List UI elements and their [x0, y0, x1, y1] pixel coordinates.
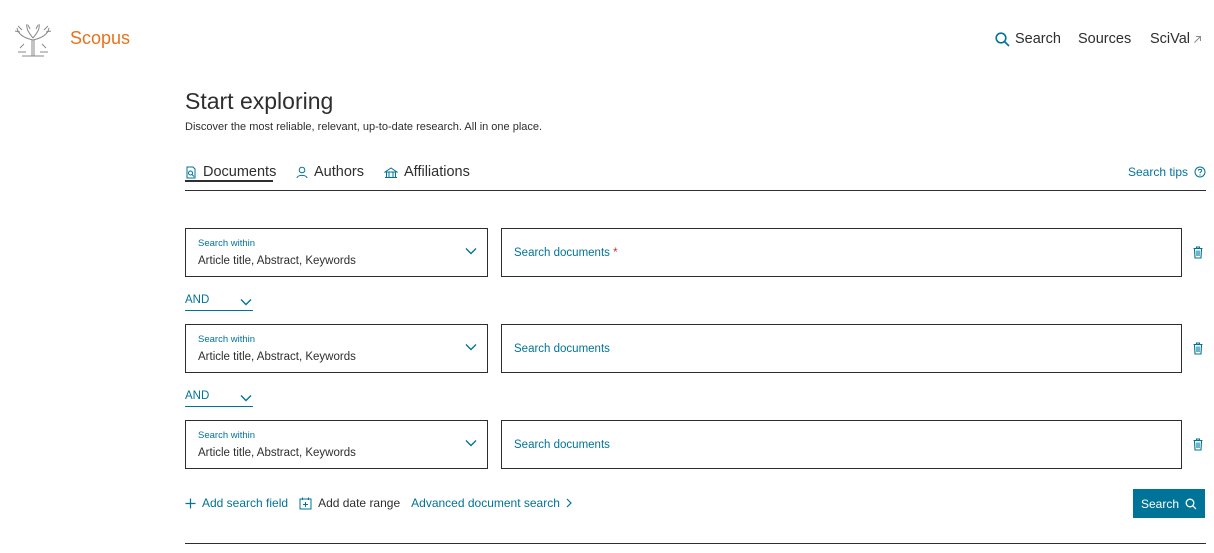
nav-sources[interactable]: Sources [1078, 31, 1131, 47]
add-date-range-button[interactable]: Add date range [299, 496, 400, 510]
delete-row-icon[interactable] [1193, 246, 1203, 259]
search-button-label: Search [1140, 496, 1180, 511]
delete-row-icon[interactable] [1193, 438, 1203, 451]
search-icon [995, 31, 1010, 47]
calendar-plus-icon [299, 497, 312, 510]
search-tabs: Documents Authors Affiliations Search ti… [185, 163, 1206, 191]
search-within-value: Article title, Abstract, Keywords [198, 351, 356, 363]
search-documents-input[interactable]: Search documents * [501, 228, 1182, 277]
add-search-field-label: Add search field [202, 496, 289, 510]
tab-affiliations-label: Affiliations [404, 164, 470, 180]
search-tips-label: Search tips [1127, 165, 1188, 179]
person-icon [296, 166, 308, 179]
active-tab-indicator [185, 180, 273, 182]
page-title: Start exploring [185, 88, 334, 114]
search-icon [1185, 498, 1197, 510]
chevron-right-icon [566, 498, 572, 508]
nav-search[interactable]: Search [995, 31, 1061, 47]
operator-value: AND [185, 390, 210, 402]
search-documents-input[interactable]: Search documents [501, 324, 1182, 373]
chevron-down-icon [465, 247, 477, 255]
advanced-search-label: Advanced document search [411, 496, 560, 510]
search-within-label: Search within [198, 430, 256, 441]
advanced-document-search-link[interactable]: Advanced document search [411, 496, 572, 510]
search-within-select[interactable]: Search within Article title, Abstract, K… [185, 228, 488, 277]
search-input-placeholder: Search documents [514, 439, 610, 451]
plus-icon [185, 498, 196, 509]
external-link-icon [1193, 35, 1202, 44]
chevron-down-icon [240, 298, 252, 306]
tab-documents[interactable]: Documents [185, 164, 277, 182]
search-tips-link[interactable]: Search tips [1128, 165, 1206, 179]
boolean-operator-select[interactable]: AND [185, 389, 253, 407]
chevron-down-icon [465, 343, 477, 351]
tab-documents-label: Documents [203, 164, 277, 180]
search-actions: Add search field Add date range Advanced… [185, 496, 583, 510]
nav-scival-label: SciVal [1150, 31, 1191, 47]
boolean-operator-select[interactable]: AND [185, 293, 253, 311]
page-subtitle: Discover the most reliable, relevant, up… [185, 121, 543, 133]
operator-value: AND [185, 294, 210, 306]
scopus-brand[interactable]: Scopus [70, 28, 130, 49]
search-input-placeholder: Search documents [514, 343, 610, 355]
add-date-range-label: Add date range [318, 496, 401, 510]
search-within-select[interactable]: Search within Article title, Abstract, K… [185, 420, 488, 469]
search-within-value: Article title, Abstract, Keywords [198, 447, 356, 459]
search-within-label: Search within [198, 238, 256, 249]
nav-scival[interactable]: SciVal [1150, 31, 1202, 47]
delete-row-icon[interactable] [1193, 342, 1203, 355]
required-marker: * [613, 247, 618, 259]
building-icon [384, 166, 398, 179]
nav-search-label: Search [1015, 31, 1061, 47]
tab-affiliations[interactable]: Affiliations [384, 164, 470, 180]
chevron-down-icon [465, 439, 477, 447]
elsevier-logo[interactable] [12, 22, 54, 58]
search-within-value: Article title, Abstract, Keywords [198, 255, 356, 267]
search-within-select[interactable]: Search within Article title, Abstract, K… [185, 324, 488, 373]
search-button[interactable]: Search [1133, 489, 1205, 518]
search-within-label: Search within [198, 334, 256, 345]
chevron-down-icon [240, 394, 252, 402]
document-search-icon [185, 166, 197, 179]
search-input-placeholder: Search documents * [514, 247, 618, 259]
add-search-field-button[interactable]: Add search field [185, 496, 288, 510]
tab-authors[interactable]: Authors [296, 164, 364, 180]
help-icon [1194, 166, 1206, 178]
tab-authors-label: Authors [314, 164, 364, 180]
search-documents-input[interactable]: Search documents [501, 420, 1182, 469]
divider [185, 543, 1206, 544]
